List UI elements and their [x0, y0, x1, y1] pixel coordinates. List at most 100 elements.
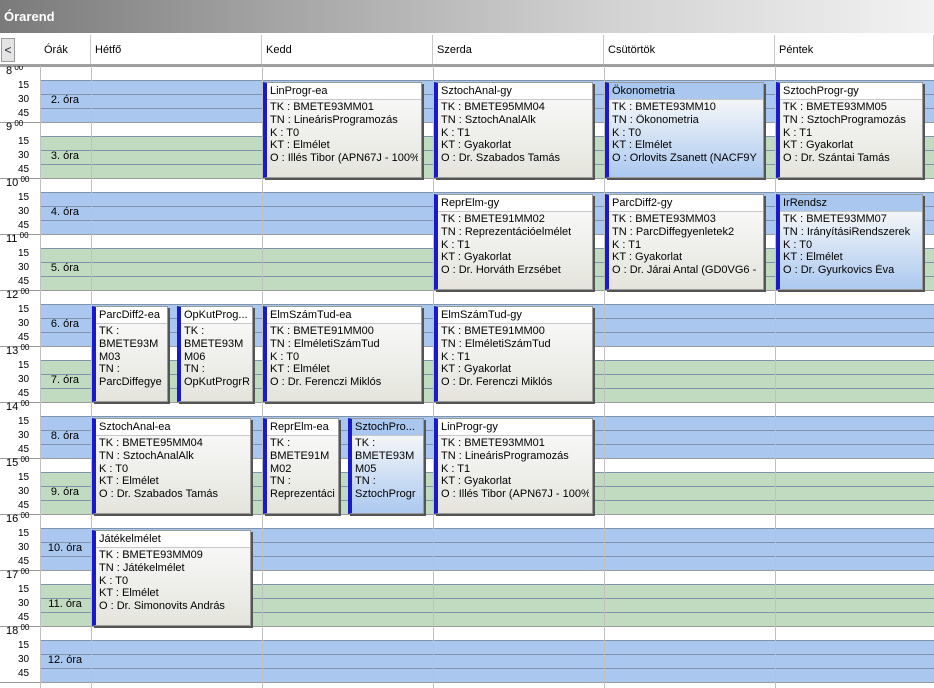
course-details: TK : BMETE91MM02 TN : Reprezentációelméle…: [438, 212, 592, 289]
course-card[interactable]: SztochAnal-gy TK : BMETE95MM04 TN : Sztoch…: [434, 82, 593, 178]
course-detail-line: SztochProgr: [355, 488, 416, 501]
hour-label: 10 00: [6, 175, 30, 190]
course-details: TK : BMETE93MM05 TN : SztochProgramozás K …: [780, 100, 922, 177]
course-detail-line: BMETE91M: [270, 449, 330, 462]
course-card[interactable]: ParcDiff2-ea TK : BMETE93M M03 TN : ParcDiffe…: [92, 306, 168, 402]
course-detail-line: O : Dr. Ferenczi Miklós: [441, 376, 553, 389]
course-card[interactable]: SztochProgr-gy TK : BMETE93MM05 TN : Sztoc…: [776, 82, 923, 178]
course-title: OpKutProg...: [181, 307, 252, 324]
course-detail-line: K : T1: [612, 238, 642, 251]
course-detail-line: O : Dr. Gyurkovics Éva: [783, 264, 895, 277]
course-card[interactable]: ReprElm-ea TK : BMETE91M M02 TN : Reprezentác…: [263, 418, 339, 514]
hour-minutes: 00: [18, 175, 30, 184]
hour-minutes: 00: [18, 287, 30, 296]
course-detail-line: M03: [99, 350, 121, 363]
course-card[interactable]: OpKutProg... TK : BMETE93M M06 TN : OpKutProg…: [177, 306, 253, 402]
course-card[interactable]: ParcDiff2-gy TK : BMETE93MM03 TN : ParcDif…: [605, 194, 764, 290]
minute-label: 30: [18, 94, 30, 105]
hour-minutes: 00: [18, 343, 30, 352]
header-day-kedd[interactable]: Kedd: [262, 35, 433, 65]
course-detail-line: K : T1: [441, 238, 471, 251]
course-detail-line: TN : Reprezentációelmélet: [441, 225, 572, 238]
course-detail-line: K : T0: [270, 126, 300, 139]
hour-label: 16 00: [6, 512, 29, 526]
course-detail-line: O : Dr. Ferenczi Miklós: [270, 376, 382, 389]
period-label: 10. óra: [47, 542, 83, 554]
course-details: TK : BMETE93M M03 TN : ParcDiffegye: [96, 324, 167, 401]
course-title: Ökonometria: [609, 83, 763, 100]
course-card[interactable]: ElmSzámTud-gy TK : BMETE91MM00 TN : Elméle…: [434, 306, 593, 402]
minute-label: 15: [18, 80, 30, 91]
quarter-gridline: [40, 80, 934, 81]
hour-minutes: 00: [18, 623, 30, 632]
course-card[interactable]: IrRendsz TK : BMETE93MM07 TN : IrányításiR…: [776, 194, 923, 290]
course-detail-line: O : Orlovits Zsanett (NACF9Y -: [612, 152, 760, 165]
hour-label: 15 00: [6, 456, 29, 470]
window-title: Órarend: [4, 9, 55, 24]
period-label: 2. óra: [50, 94, 80, 106]
course-title: ParcDiff2-ea: [96, 307, 167, 324]
course-title: ReprElm-ea: [267, 419, 338, 436]
course-details: TK : BMETE91MM00 TN : ElméletiSzámTud K : …: [438, 324, 592, 401]
course-detail-line: K : T0: [612, 126, 642, 139]
minute-label: 15: [18, 304, 30, 315]
window-title-bar: Órarend: [0, 0, 934, 33]
minute-label: 45: [18, 556, 30, 567]
course-card[interactable]: ReprElm-gy TK : BMETE91MM02 TN : Reprezent…: [434, 194, 593, 290]
quarter-gridline: [40, 668, 934, 669]
course-detail-line: TN : Játékelmélet: [99, 561, 185, 574]
course-detail-line: TN :: [270, 475, 291, 488]
course-card[interactable]: Játékelmélet TK : BMETE93MM09 TN : Játékel…: [92, 530, 251, 626]
header-orak: Órák: [40, 35, 91, 65]
course-detail-line: TN : SztochAnalAlk: [441, 113, 536, 126]
header-day-pentek[interactable]: Péntek: [775, 35, 934, 65]
course-card[interactable]: LinProgr-gy TK : BMETE93MM01 TN : Lineáris…: [434, 418, 593, 514]
course-detail-line: TN : SztochProgramozás: [783, 113, 906, 126]
course-detail-line: O : Dr. Járai Antal (GD0VG6 -: [612, 264, 757, 277]
course-card[interactable]: LinProgr-ea TK : BMETE93MM01 TN : Lineáris…: [263, 82, 422, 178]
course-detail-line: BMETE93M: [355, 449, 415, 462]
course-detail-line: O : Dr. Szántai Tamás: [783, 152, 890, 165]
minute-label: 45: [18, 668, 30, 679]
course-card[interactable]: SztochAnal-ea TK : BMETE95MM04 TN : Sztoch…: [92, 418, 251, 514]
hour-label: 8 00: [6, 64, 23, 78]
course-detail-line: TN : Ökonometria: [612, 113, 699, 126]
period-label: 3. óra: [50, 150, 80, 162]
hour-label: 13 00: [6, 343, 30, 358]
minute-label: 15: [18, 528, 30, 539]
course-details: TK : BMETE93MM01 TN : LineárisProgramozás…: [438, 436, 592, 513]
course-card[interactable]: ElmSzámTud-ea TK : BMETE91MM00 TN : Elméle…: [263, 306, 422, 402]
course-detail-line: TK : BMETE95MM04: [99, 437, 203, 449]
course-detail-line: BMETE93M: [99, 337, 159, 350]
course-detail-line: TN : IrányításiRendszerek: [783, 225, 911, 238]
course-card[interactable]: Ökonometria TK : BMETE93MM10 TN : Ökonomet…: [605, 82, 764, 178]
quarter-gridline: [40, 192, 934, 193]
period-label: 9. óra: [50, 486, 80, 498]
course-detail-line: K : T1: [783, 126, 813, 139]
hour-label: 14 00: [6, 400, 29, 414]
quarter-gridline: [40, 640, 934, 641]
minute-label: 15: [18, 472, 30, 483]
course-detail-line: M02: [270, 462, 292, 475]
quarter-gridline: [40, 416, 934, 417]
header-day-szerda[interactable]: Szerda: [433, 35, 604, 65]
minute-label: 15: [18, 640, 30, 651]
course-detail-line: TK : BMETE93MM01: [270, 101, 374, 113]
hour-minutes: 00: [12, 119, 24, 128]
course-detail-line: BMETE93M: [184, 337, 244, 350]
hour-label: 12 00: [6, 287, 30, 302]
course-title: ParcDiff2-gy: [609, 195, 763, 212]
course-card[interactable]: SztochPro... TK : BMETE93M M05 TN : SztochPro…: [348, 418, 424, 514]
period-label: 12. óra: [47, 654, 83, 666]
hour-number: 14: [6, 401, 19, 413]
header-day-hetfo[interactable]: Hétfő: [91, 35, 262, 65]
hour-number: 12: [6, 289, 19, 301]
minute-label: 15: [18, 360, 30, 371]
hour-gridline: [0, 178, 934, 179]
course-title: ElmSzámTud-ea: [267, 307, 421, 324]
header-day-csutortok[interactable]: Csütörtök: [604, 35, 775, 65]
course-details: TK : BMETE93MM03 TN : ParcDiffegyenletek2…: [609, 212, 763, 289]
course-title: SztochPro...: [352, 419, 423, 436]
course-detail-line: TK : BMETE93MM03: [612, 213, 716, 225]
scroll-left-button[interactable]: <: [1, 38, 15, 62]
